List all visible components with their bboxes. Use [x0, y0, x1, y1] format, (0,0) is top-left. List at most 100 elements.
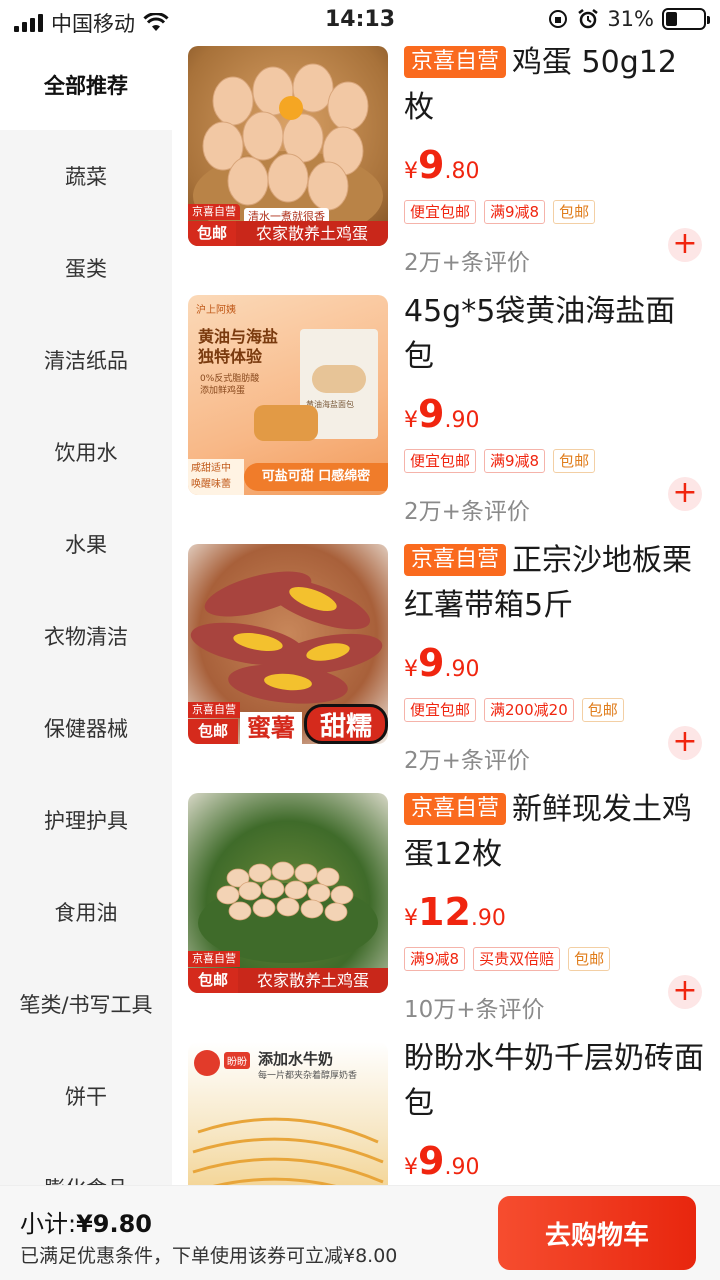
image-bullets: 0%反式脂肪酸 添加鲜鸡蛋: [200, 373, 259, 397]
sidebar-item-paper[interactable]: 清洁纸品: [0, 314, 172, 406]
product-title[interactable]: 京喜自营 鸡蛋 50g12枚: [404, 40, 704, 130]
subtotal-value: ¥9.80: [76, 1210, 153, 1238]
image-bullet: 0%反式脂肪酸: [200, 374, 260, 384]
plus-icon: +: [672, 724, 698, 759]
product-info: 45g*5袋黄油海盐面包: [404, 289, 704, 379]
promo-tag: 满9减8: [484, 449, 546, 473]
review-count: 2万+条评价: [404, 499, 530, 525]
add-to-cart-button[interactable]: +: [668, 975, 702, 1009]
bread-shape: [312, 365, 366, 393]
price-decimal: .90: [444, 408, 480, 433]
product-title[interactable]: 45g*5袋黄油海盐面包: [404, 289, 704, 379]
image-badge2: 包邮: [188, 719, 238, 744]
add-to-cart-button[interactable]: +: [668, 228, 702, 262]
image-caption: 蜜薯: [240, 712, 302, 744]
product-info: 京喜自营 正宗沙地板栗红薯带箱5斤: [404, 538, 704, 628]
product-info: 盼盼水牛奶千层奶砖面包: [404, 1036, 704, 1126]
image-badge: 京喜自营: [188, 204, 240, 220]
image-caption-right: 可盐可甜 口感绵密: [244, 463, 388, 491]
promo-tags: 满9减8 买贵双倍赔 包邮: [404, 947, 611, 971]
image-caption-left: 咸甜适中 唤醒味蕾: [188, 459, 244, 495]
promo-tag: 便宜包邮: [404, 698, 477, 722]
product-image[interactable]: 京喜自营 包邮 农家散养土鸡蛋: [188, 793, 388, 993]
bread-layers-illustration: [192, 1117, 384, 1185]
go-to-cart-button[interactable]: 去购物车: [498, 1196, 696, 1270]
battery-icon: [662, 8, 710, 30]
review-count: 2万+条评价: [404, 748, 530, 774]
add-to-cart-button[interactable]: +: [668, 477, 702, 511]
price-integer: 9: [418, 641, 445, 685]
product-title[interactable]: 京喜自营 正宗沙地板栗红薯带箱5斤: [404, 538, 704, 628]
product-title[interactable]: 盼盼水牛奶千层奶砖面包: [404, 1036, 704, 1126]
self-operated-badge: 京喜自营: [404, 793, 507, 825]
price-currency: ¥: [404, 1155, 418, 1180]
price-decimal: .90: [444, 1155, 480, 1180]
image-caption2: 甜糯: [304, 704, 388, 744]
promo-tags: 便宜包邮 满200减20 包邮: [404, 698, 624, 722]
product-price: ¥9.90: [404, 641, 479, 685]
alarm-icon: [578, 9, 599, 29]
price-decimal: .90: [470, 906, 506, 931]
product-image[interactable]: 京喜自营 包邮 蜜薯 甜糯: [188, 544, 388, 744]
sidebar-item-vegetables[interactable]: 蔬菜: [0, 130, 172, 222]
status-bar: 中国移动 14:13 31%: [0, 0, 720, 40]
product-card[interactable]: 京喜自营 清水一煮就很香 包邮 农家散养土鸡蛋 京喜自营 鸡蛋 50g12枚 ¥9…: [172, 40, 720, 289]
sidebar-item-snacks[interactable]: 膨化食品: [0, 1142, 172, 1185]
checkout-bar: 小计:¥9.80 已满足优惠条件，下单使用该券可立减¥8.00 去购物车: [0, 1185, 720, 1280]
image-caption: 农家散养土鸡蛋: [236, 221, 388, 246]
promo-tag: 包邮: [553, 449, 596, 473]
sidebar-item-care[interactable]: 护理护具: [0, 774, 172, 866]
review-count: 10万+条评价: [404, 997, 545, 1023]
product-card[interactable]: 盼盼 添加水牛奶 每一片都夹杂着醇厚奶香 盼盼水牛奶千层奶砖面包 ¥9.90: [172, 1036, 720, 1185]
bread-piece: [254, 405, 318, 441]
promo-tag: 包邮: [553, 200, 596, 224]
image-caption: 农家散养土鸡蛋: [238, 968, 388, 993]
product-price: ¥9.90: [404, 1139, 479, 1183]
subtotal-label: 小计:: [20, 1210, 77, 1238]
subtotal: 小计:¥9.80: [20, 1204, 152, 1239]
promo-tags: 便宜包邮 满9减8 包邮: [404, 449, 596, 473]
sidebar-item-recommend[interactable]: 全部推荐: [0, 40, 172, 130]
image-badge: 京喜自营: [188, 951, 240, 967]
sidebar-item-pens[interactable]: 笔类/书写工具: [0, 958, 172, 1050]
product-card[interactable]: 沪上阿姨 黄油与海盐 独特体验 0%反式脂肪酸 添加鲜鸡蛋 黄油海盐面包 咸甜适中…: [172, 289, 720, 538]
price-decimal: .90: [444, 657, 480, 682]
promo-tag: 包邮: [568, 947, 611, 971]
promo-tag: 满200减20: [484, 698, 574, 722]
sidebar-item-water[interactable]: 饮用水: [0, 406, 172, 498]
sidebar-item-oil[interactable]: 食用油: [0, 866, 172, 958]
product-card[interactable]: 京喜自营 包邮 蜜薯 甜糯 京喜自营 正宗沙地板栗红薯带箱5斤 ¥9.90 便宜包…: [172, 538, 720, 787]
self-operated-badge: 京喜自营: [404, 46, 507, 78]
sidebar-item-fruit[interactable]: 水果: [0, 498, 172, 590]
price-currency: ¥: [404, 408, 418, 433]
promo-tags: 便宜包邮 满9减8 包邮: [404, 200, 596, 224]
product-image[interactable]: 沪上阿姨 黄油与海盐 独特体验 0%反式脂肪酸 添加鲜鸡蛋 黄油海盐面包 咸甜适中…: [188, 295, 388, 495]
product-card[interactable]: 京喜自营 包邮 农家散养土鸡蛋 京喜自营 新鲜现发土鸡蛋12枚 ¥12.90 满9…: [172, 787, 720, 1036]
sidebar-item-biscuits[interactable]: 饼干: [0, 1050, 172, 1142]
category-sidebar[interactable]: 全部推荐 蔬菜 蛋类 清洁纸品 饮用水 水果 衣物清洁 保健器械 护理护具 食用…: [0, 40, 172, 1185]
product-price: ¥9.90: [404, 392, 479, 436]
sidebar-item-eggs[interactable]: 蛋类: [0, 222, 172, 314]
sidebar-item-health-device[interactable]: 保健器械: [0, 682, 172, 774]
price-integer: 9: [418, 143, 445, 187]
image-badge: 京喜自营: [188, 702, 240, 718]
product-title[interactable]: 京喜自营 新鲜现发土鸡蛋12枚: [404, 787, 704, 877]
price-decimal: .80: [444, 159, 480, 184]
promo-tag: 满9减8: [404, 947, 466, 971]
product-list[interactable]: 京喜自营 清水一煮就很香 包邮 农家散养土鸡蛋 京喜自营 鸡蛋 50g12枚 ¥9…: [172, 40, 720, 1185]
promo-tag: 便宜包邮: [404, 449, 477, 473]
product-image[interactable]: 京喜自营 清水一煮就很香 包邮 农家散养土鸡蛋: [188, 46, 388, 246]
price-currency: ¥: [404, 657, 418, 682]
image-badge2: 包邮: [188, 968, 238, 993]
product-info: 京喜自营 新鲜现发土鸡蛋12枚: [404, 787, 704, 877]
price-currency: ¥: [404, 159, 418, 184]
image-bullet: 添加鲜鸡蛋: [200, 386, 246, 396]
status-right: 31%: [547, 7, 710, 31]
add-to-cart-button[interactable]: +: [668, 726, 702, 760]
review-count: 2万+条评价: [404, 250, 530, 276]
product-price: ¥9.80: [404, 143, 479, 187]
product-image[interactable]: 盼盼 添加水牛奶 每一片都夹杂着醇厚奶香: [188, 1042, 388, 1185]
sidebar-item-laundry[interactable]: 衣物清洁: [0, 590, 172, 682]
image-badge2: 包邮: [188, 221, 236, 246]
promo-tag: 满9减8: [484, 200, 546, 224]
